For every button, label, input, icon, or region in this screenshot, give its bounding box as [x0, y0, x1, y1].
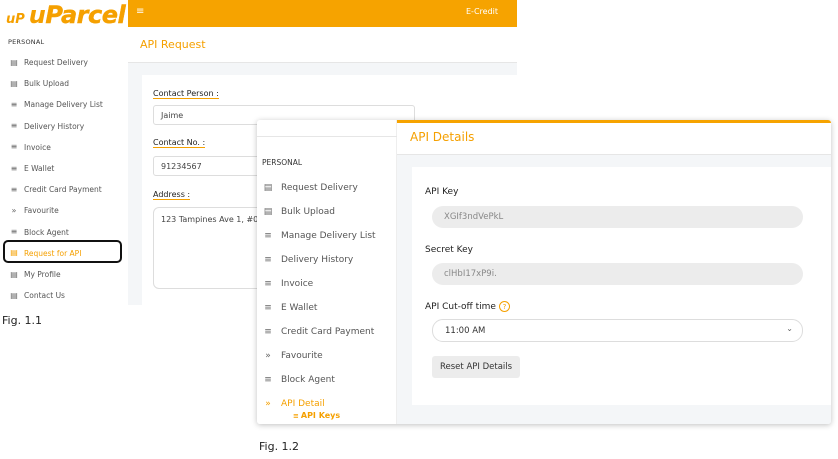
sidebar-item-label: Invoice: [281, 279, 314, 289]
sidebar-item-e-wallet[interactable]: ≡ E Wallet: [0, 158, 128, 179]
reset-api-details-button[interactable]: Reset API Details: [432, 356, 521, 378]
sidebar-section-personal: PERSONAL: [8, 38, 45, 46]
double-chevron-icon: »: [265, 399, 271, 409]
sidebar-item-contact-us[interactable]: ▤ Contact Us: [0, 285, 128, 306]
sidebar-item-label: Block Agent: [281, 375, 335, 385]
sidebar-item-bulk-upload[interactable]: ▤ Bulk Upload: [0, 73, 128, 94]
sidebar-item-label: Bulk Upload: [281, 207, 335, 217]
sidebar: PERSONAL ▤ Request Delivery ▤ Bulk Upload ≡ M…: [257, 120, 397, 424]
sidebar-item-label: Request Delivery: [281, 183, 358, 193]
sidebar-item-label: Favourite: [24, 206, 59, 216]
sidebar-item-invoice[interactable]: ≡ Invoice: [0, 137, 128, 158]
sidebar-item-label: Invoice: [24, 142, 51, 152]
top-bar: [397, 120, 831, 123]
sidebar-item-bulk-upload[interactable]: ▤ Bulk Upload: [257, 200, 397, 224]
form-icon: ▤: [10, 57, 18, 67]
list-icon: ≡: [293, 412, 299, 420]
form-icon: ▤: [10, 290, 18, 300]
sidebar-item-label: Contact Us: [24, 291, 65, 301]
sidebar-item-my-profile[interactable]: ▤ My Profile: [0, 264, 128, 285]
list-icon: ≡: [264, 303, 272, 313]
list-icon: ≡: [264, 375, 272, 385]
double-chevron-icon: »: [11, 205, 17, 215]
hamburger-icon[interactable]: ≡: [136, 6, 144, 17]
list-icon: ≡: [10, 163, 18, 173]
topbar-text: E-Credit: [466, 7, 498, 16]
sidebar-item-label: Favourite: [281, 351, 323, 361]
address-label: Address :: [153, 190, 191, 200]
logo: uP uParcel: [6, 1, 126, 29]
sidebar-item-e-wallet[interactable]: ≡ E Wallet: [257, 296, 397, 320]
api-key-label: API Key: [425, 187, 459, 197]
list-icon: ≡: [10, 121, 18, 131]
sidebar-item-delivery-history[interactable]: ≡ Delivery History: [0, 116, 128, 137]
figure-caption-2: Fig. 1.2: [259, 440, 300, 453]
chevron-down-icon: ⌄: [786, 324, 793, 333]
sidebar-item-label: Credit Card Payment: [281, 327, 375, 337]
sidebar-item-credit-card-payment[interactable]: ≡ Credit Card Payment: [0, 179, 128, 200]
highlight-outline: [3, 240, 122, 263]
form-icon: ▤: [263, 207, 273, 217]
sidebar-subitem-api-keys[interactable]: ≡ API Keys: [293, 411, 340, 420]
api-key-field: XGIf3ndVePkL: [432, 206, 803, 228]
list-icon: ≡: [264, 255, 272, 265]
cutoff-time-select[interactable]: 11:00 AM ⌄: [432, 319, 803, 342]
contact-person-label: Contact Person :: [153, 89, 219, 99]
sidebar-item-request-delivery[interactable]: ▤ Request Delivery: [257, 176, 397, 200]
list-icon: ≡: [10, 184, 18, 194]
double-chevron-icon: »: [265, 351, 271, 361]
list-icon: ≡: [10, 142, 18, 152]
sidebar-item-credit-card-payment[interactable]: ≡ Credit Card Payment: [257, 320, 397, 344]
sidebar-item-label: E Wallet: [281, 303, 318, 313]
help-icon[interactable]: ?: [498, 301, 510, 312]
sidebar-item-label: Request Delivery: [24, 58, 88, 67]
sidebar-item-favourite[interactable]: » Favourite: [0, 200, 128, 221]
sidebar-item-block-agent[interactable]: ≡ Block Agent: [257, 368, 397, 392]
sidebar-item-manage-delivery-list[interactable]: ≡ Manage Delivery List: [0, 94, 128, 115]
list-icon: ≡: [264, 327, 272, 337]
page-title: API Details: [410, 130, 475, 144]
list-icon: ≡: [10, 99, 18, 109]
form-icon: ▤: [10, 78, 18, 88]
sidebar-item-invoice[interactable]: ≡ Invoice: [257, 272, 397, 296]
list-icon: ≡: [10, 227, 18, 237]
figure-1-2: API Details API Key XGIf3ndVePkL Secret …: [257, 120, 831, 424]
list-icon: ≡: [264, 231, 272, 241]
figure-caption-1: Fig. 1.1: [2, 314, 43, 327]
sidebar-item-request-delivery[interactable]: ▤ Request Delivery: [0, 52, 128, 73]
sidebar-item-label: Credit Card Payment: [24, 185, 102, 195]
secret-key-label: Secret Key: [425, 245, 473, 255]
sidebar-item-label: Delivery History: [281, 255, 354, 265]
secret-key-field: clHbI17xP9i.: [432, 263, 803, 285]
sidebar-section-personal: PERSONAL: [262, 158, 303, 167]
sidebar-item-label: Block Agent: [24, 227, 69, 237]
form-icon: ▤: [263, 183, 273, 193]
sidebar-item-label: Manage Delivery List: [24, 100, 103, 110]
list-icon: ≡: [264, 279, 272, 289]
sidebar-item-delivery-history[interactable]: ≡ Delivery History: [257, 248, 397, 272]
page-title: API Request: [140, 38, 206, 51]
contact-no-label: Contact No. :: [153, 138, 206, 148]
sidebar-item-label: Delivery History: [24, 121, 85, 131]
sidebar-item-label: E Wallet: [24, 164, 55, 173]
top-bar: [128, 0, 517, 27]
sidebar-item-label: Bulk Upload: [24, 79, 69, 89]
sidebar-item-manage-delivery-list[interactable]: ≡ Manage Delivery List: [257, 224, 397, 248]
sidebar-item-label: API Detail: [281, 399, 325, 409]
sidebar-item-label: My Profile: [24, 270, 61, 279]
sidebar-item-favourite[interactable]: » Favourite: [257, 344, 397, 368]
cutoff-label: API Cut-off time ?: [425, 301, 510, 312]
sidebar-item-label: Manage Delivery List: [281, 231, 376, 241]
form-icon: ▤: [10, 269, 18, 279]
